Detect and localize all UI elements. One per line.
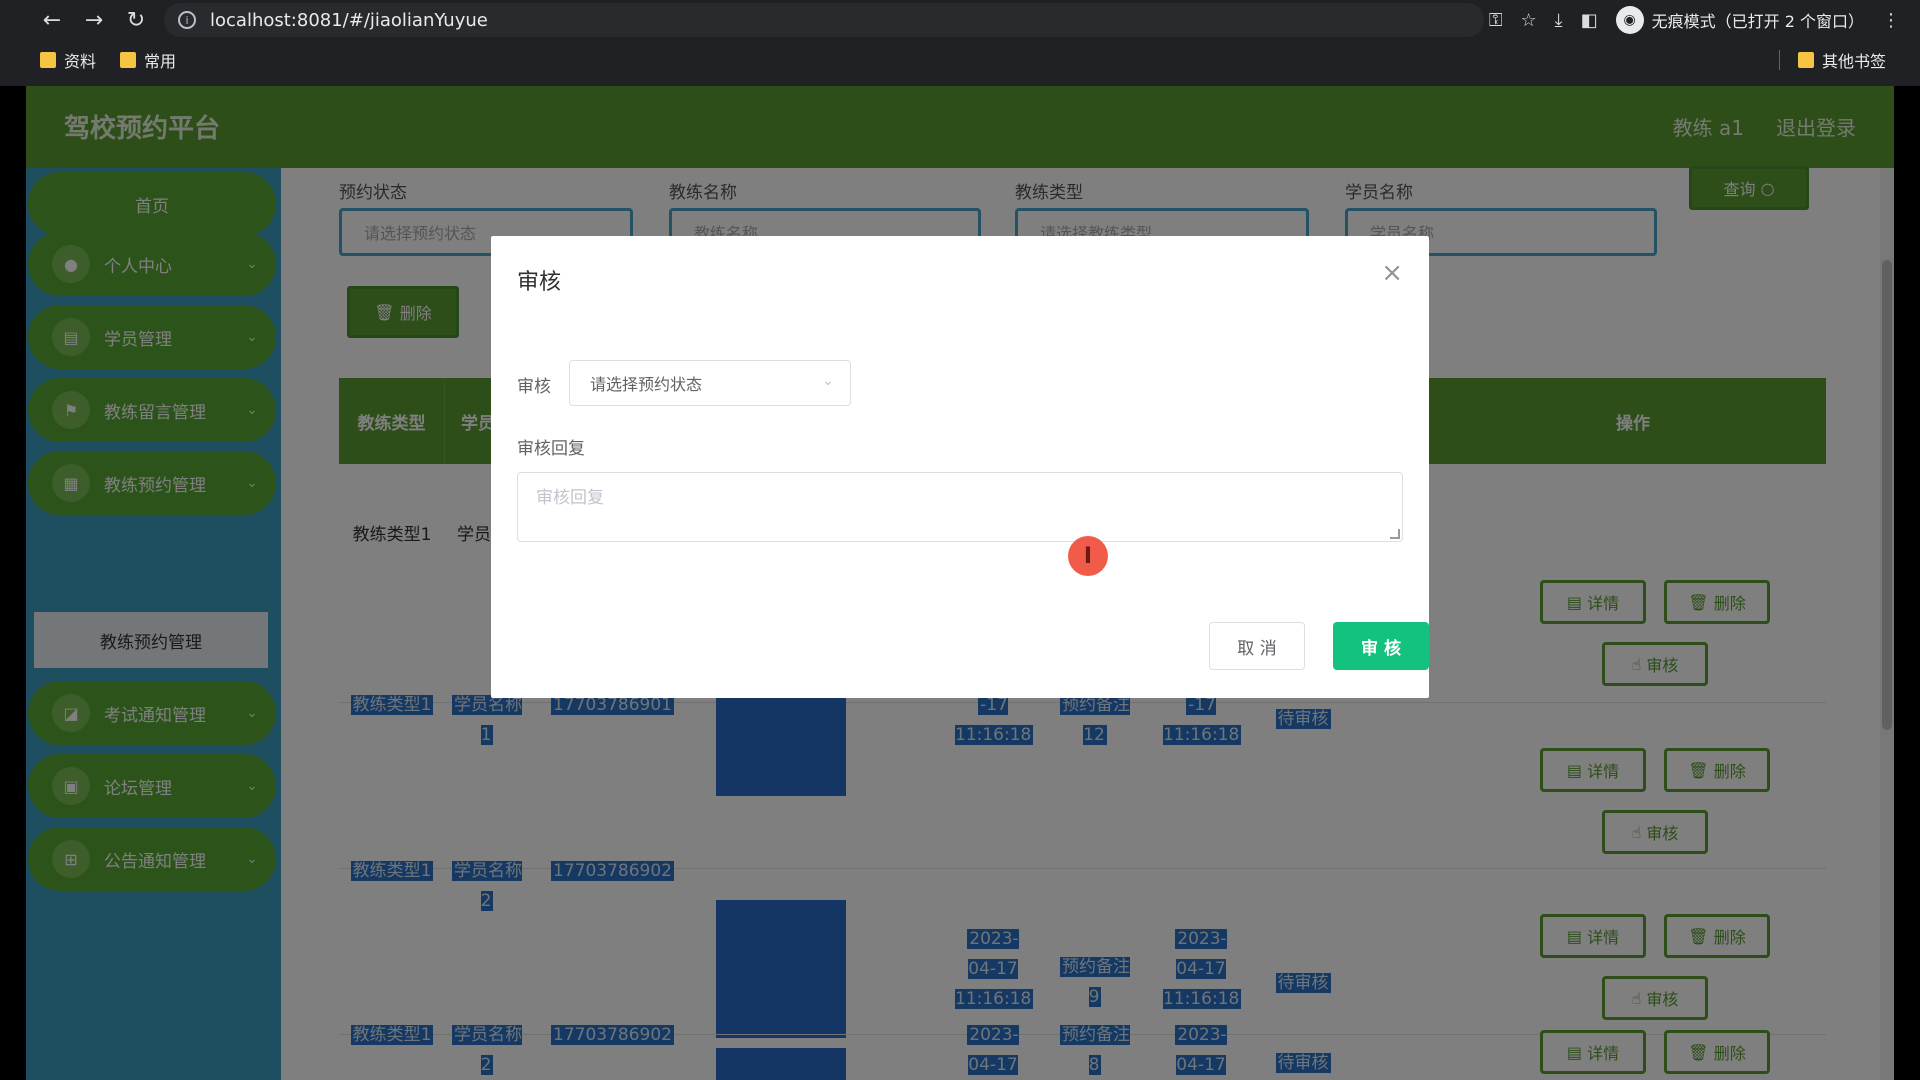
bookmark-folder-1[interactable]: 资料 <box>40 48 96 72</box>
resize-handle-icon[interactable] <box>1390 529 1400 539</box>
close-icon[interactable]: × <box>1381 260 1403 286</box>
review-status-label: 审核 <box>517 377 551 397</box>
key-icon[interactable]: ⚿ <box>1489 10 1503 31</box>
folder-icon <box>1797 52 1814 68</box>
menu-icon[interactable]: ⋮ <box>1882 10 1900 31</box>
folder-icon <box>40 52 56 68</box>
folder-icon <box>120 52 137 68</box>
bookmark-divider <box>1779 50 1780 70</box>
review-reply-textarea[interactable]: 审核回复 <box>517 472 1403 542</box>
url-text: localhost:8081/#/jiaolianYuyue <box>210 9 488 31</box>
incognito-icon: ◉ <box>1615 6 1644 34</box>
confirm-review-button[interactable]: 审 核 <box>1333 622 1429 670</box>
text-cursor-icon: I <box>1068 536 1108 576</box>
browser-chrome: ← → ↻ i localhost:8081/#/jiaolianYuyue ⚿… <box>0 0 1920 86</box>
reload-icon[interactable]: ↻ <box>118 2 154 38</box>
site-info-icon[interactable]: i <box>178 11 196 29</box>
review-status-select[interactable]: 请选择预约状态 ⌄ <box>569 360 851 406</box>
forward-icon[interactable]: → <box>76 2 112 38</box>
cancel-button[interactable]: 取 消 <box>1209 622 1305 670</box>
bookmark-folder-2[interactable]: 常用 <box>120 48 176 72</box>
review-dialog: 审核 × 审核 请选择预约状态 ⌄ 审核回复 审核回复 取 消 审 核 <box>491 236 1429 698</box>
star-icon[interactable]: ☆ <box>1521 10 1537 31</box>
review-reply-label: 审核回复 <box>517 439 585 459</box>
address-bar[interactable]: i localhost:8081/#/jiaolianYuyue <box>164 3 1484 37</box>
incognito-badge[interactable]: ◉ 无痕模式（已打开 2 个窗口） <box>1615 6 1864 34</box>
chevron-down-icon: ⌄ <box>822 373 834 389</box>
dialog-title: 审核 <box>517 270 562 295</box>
incognito-label: 无痕模式（已打开 2 个窗口） <box>1651 12 1864 31</box>
sidepanel-icon[interactable]: ◧ <box>1581 10 1598 31</box>
other-bookmarks[interactable]: 其他书签 <box>1797 48 1886 72</box>
download-icon[interactable]: ⤓ <box>1555 10 1563 31</box>
app-page: 驾校预约平台 教练 a1 退出登录 首页 ●个人中心⌄ ▤学员管理⌄ ⚑教练留言… <box>26 86 1894 1080</box>
back-icon[interactable]: ← <box>34 2 70 38</box>
